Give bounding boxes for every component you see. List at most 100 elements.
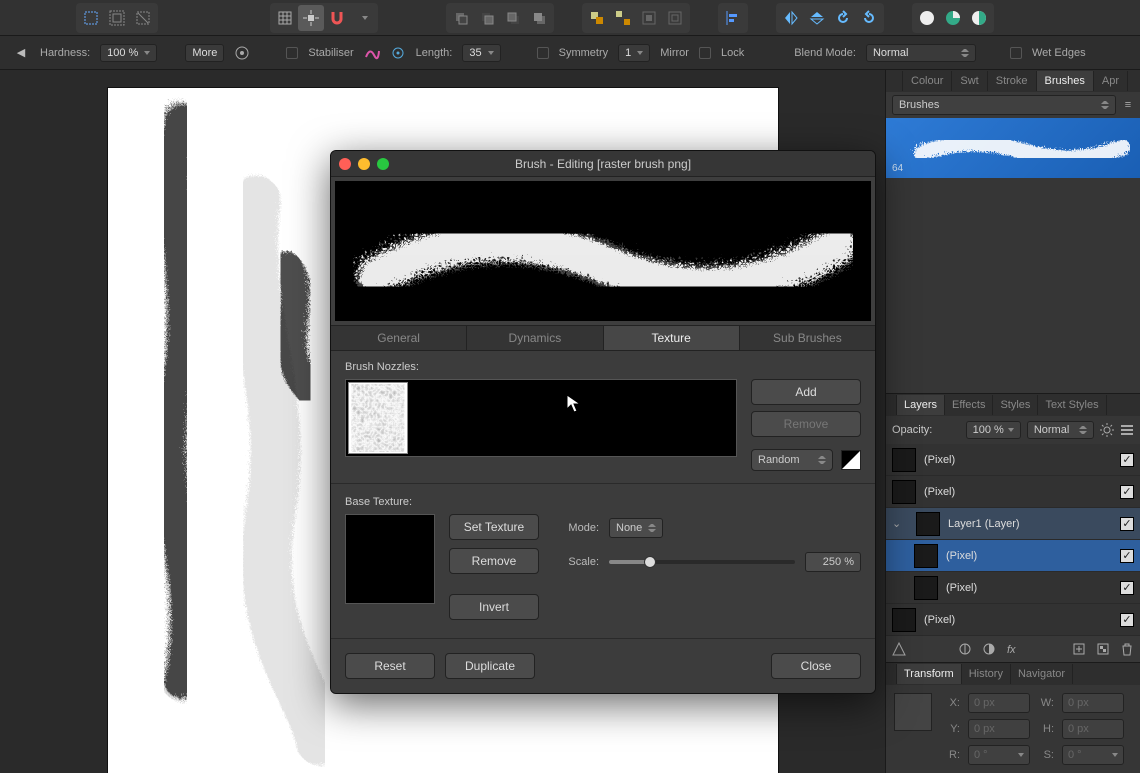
select-all-icon[interactable] (78, 5, 104, 31)
mask-add-icon[interactable] (982, 642, 996, 656)
layer-visibility-checkbox[interactable]: ✓ (1120, 517, 1134, 531)
base-texture-thumbnail[interactable] (345, 514, 435, 604)
grid-icon[interactable] (272, 5, 298, 31)
align-left-icon[interactable] (720, 5, 746, 31)
set-texture-button[interactable]: Set Texture (449, 514, 539, 540)
tab-brushes[interactable]: Brushes (1037, 71, 1094, 91)
tab-history[interactable]: History (962, 664, 1011, 684)
invert-texture-button[interactable]: Invert (449, 594, 539, 620)
brushes-menu-icon[interactable]: ≡ (1116, 99, 1134, 111)
nozzle-ramp-icon[interactable] (841, 450, 861, 470)
layer-row[interactable]: (Pixel)✓ (886, 604, 1140, 636)
nozzle-mode-select[interactable]: Random (751, 449, 833, 471)
remove-texture-button[interactable]: Remove (449, 548, 539, 574)
gear-icon[interactable] (1100, 423, 1114, 437)
insert-inside-icon[interactable] (636, 5, 662, 31)
hardness-value[interactable]: 100 % (100, 44, 157, 62)
h-input[interactable]: 0 px (1062, 719, 1124, 739)
brush-category-select[interactable]: Brushes (892, 95, 1116, 115)
add-layer-icon[interactable] (1072, 642, 1086, 656)
nozzle-thumbnail[interactable] (348, 382, 408, 454)
tab-text-styles[interactable]: Text Styles (1038, 395, 1106, 415)
layer-visibility-checkbox[interactable]: ✓ (1120, 549, 1134, 563)
rotate-ccw-icon[interactable] (830, 5, 856, 31)
tab-sub-brushes[interactable]: Sub Brushes (740, 326, 875, 350)
group-icon[interactable] (584, 5, 610, 31)
symmetry-checkbox[interactable] (537, 47, 549, 59)
s-input[interactable]: 0 ° (1062, 745, 1124, 765)
tab-stroke[interactable]: Stroke (988, 71, 1037, 91)
layer-row[interactable]: (Pixel)✓ (886, 540, 1140, 572)
duplicate-button[interactable]: Duplicate (445, 653, 535, 679)
insert-behind-icon[interactable] (662, 5, 688, 31)
expand-toggle-icon[interactable]: ⌄ (892, 517, 908, 530)
tab-navigator[interactable]: Navigator (1011, 664, 1073, 684)
layer-visibility-checkbox[interactable]: ✓ (1120, 453, 1134, 467)
rope-stabiliser-icon[interactable] (364, 45, 380, 61)
move-front-icon[interactable] (526, 5, 552, 31)
dropdown-caret-icon[interactable] (350, 5, 376, 31)
layer-row[interactable]: ⌄Layer1 (Layer)✓ (886, 508, 1140, 540)
layer-row[interactable]: (Pixel)✓ (886, 572, 1140, 604)
select-bounds-icon[interactable] (104, 5, 130, 31)
rotate-cw-icon[interactable] (856, 5, 882, 31)
quickmask-icon[interactable] (914, 5, 940, 31)
tab-styles[interactable]: Styles (993, 395, 1038, 415)
anchor-picker[interactable] (894, 693, 932, 731)
w-input[interactable]: 0 px (1062, 693, 1124, 713)
move-backward-icon[interactable] (474, 5, 500, 31)
y-input[interactable]: 0 px (968, 719, 1030, 739)
tab-general[interactable]: General (331, 326, 467, 350)
dialog-titlebar[interactable]: Brush - Editing [raster brush png] (331, 151, 875, 177)
fx-icon[interactable]: fx (1006, 642, 1020, 656)
remove-nozzle-button[interactable]: Remove (751, 411, 861, 437)
tab-layers[interactable]: Layers (896, 395, 945, 415)
move-back-icon[interactable] (448, 5, 474, 31)
opacity-value[interactable]: 100 % (966, 421, 1021, 439)
adjustment-icon[interactable] (958, 642, 972, 656)
layer-visibility-checkbox[interactable]: ✓ (1120, 613, 1134, 627)
caret-left-icon[interactable]: ◀ (12, 40, 30, 66)
close-button[interactable]: Close (771, 653, 861, 679)
add-nozzle-button[interactable]: Add (751, 379, 861, 405)
layer-blendmode-select[interactable]: Normal (1027, 421, 1094, 439)
layer-visibility-checkbox[interactable]: ✓ (1120, 581, 1134, 595)
pie-icon[interactable] (940, 5, 966, 31)
layer-visibility-checkbox[interactable]: ✓ (1120, 485, 1134, 499)
panel-menu-icon[interactable] (1120, 423, 1134, 437)
blendmode-select[interactable]: Normal (866, 44, 976, 62)
half-circle-icon[interactable] (966, 5, 992, 31)
tab-effects[interactable]: Effects (945, 395, 993, 415)
deselect-icon[interactable] (130, 5, 156, 31)
r-input[interactable]: 0 ° (968, 745, 1030, 765)
tab-colour[interactable]: Colour (902, 71, 952, 91)
tab-transform[interactable]: Transform (896, 664, 962, 684)
brush-list-item[interactable]: 64 (886, 118, 1140, 178)
target-icon[interactable] (234, 45, 250, 61)
wetedges-checkbox[interactable] (1010, 47, 1022, 59)
tab-swatches[interactable]: Swt (952, 71, 987, 91)
tab-dynamics[interactable]: Dynamics (467, 326, 603, 350)
length-value[interactable]: 35 (462, 44, 500, 62)
lock-checkbox[interactable] (699, 47, 711, 59)
texture-mode-select[interactable]: None (609, 518, 663, 538)
layer-row[interactable]: (Pixel)✓ (886, 476, 1140, 508)
tab-appearance[interactable]: Apr (1094, 71, 1128, 91)
scale-value[interactable]: 250 % (805, 552, 861, 572)
flip-horizontal-icon[interactable] (778, 5, 804, 31)
blend-ranges-icon[interactable] (892, 642, 906, 656)
stabiliser-checkbox[interactable] (286, 47, 298, 59)
move-forward-icon[interactable] (500, 5, 526, 31)
snapping-icon[interactable] (298, 5, 324, 31)
reset-button[interactable]: Reset (345, 653, 435, 679)
flip-vertical-icon[interactable] (804, 5, 830, 31)
more-button[interactable]: More (185, 44, 224, 62)
tab-texture[interactable]: Texture (604, 326, 740, 350)
add-pixel-layer-icon[interactable] (1096, 642, 1110, 656)
symmetry-value[interactable]: 1 (618, 44, 650, 62)
nozzles-list[interactable] (345, 379, 737, 457)
window-stabiliser-icon[interactable] (390, 45, 406, 61)
delete-layer-icon[interactable] (1120, 642, 1134, 656)
ungroup-icon[interactable] (610, 5, 636, 31)
magnet-icon[interactable] (324, 5, 350, 31)
